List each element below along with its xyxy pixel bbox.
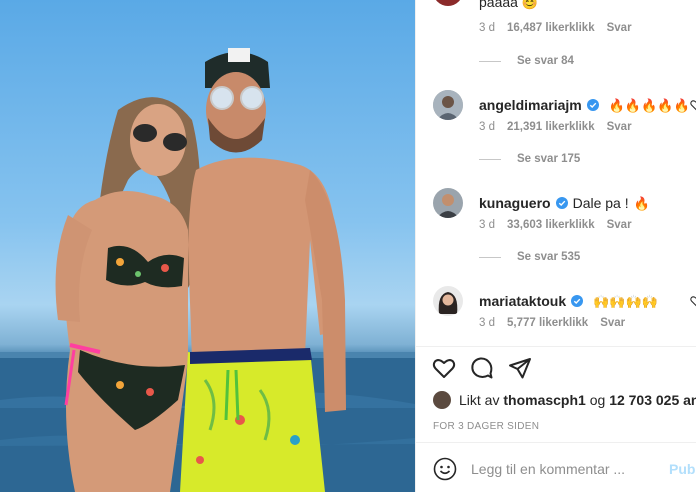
comment-age[interactable]: 3 d — [479, 22, 495, 34]
see-replies-button[interactable]: Se svar 175 — [479, 153, 580, 165]
comment-likes[interactable]: 21,391 likerklikk — [507, 121, 595, 133]
post-timestamp[interactable]: FOR 3 DAGER SIDEN — [433, 421, 539, 432]
post-photo[interactable] — [0, 0, 415, 492]
comment-body: Dale pa ! — [572, 195, 629, 211]
comment-text: angeldimariajm 🔥🔥🔥🔥🔥 — [479, 97, 690, 113]
comment-meta: 3 d 16,487 likerklikk Svar — [479, 22, 632, 34]
reply-button[interactable]: Svar — [600, 317, 625, 329]
post-photo-illustration — [0, 48, 415, 492]
see-replies-button[interactable]: Se svar 535 — [479, 251, 580, 263]
comment-likes[interactable]: 16,487 likerklikk — [507, 22, 595, 34]
liked-by-connector: og — [589, 392, 606, 408]
replies-line — [479, 158, 501, 160]
comment-likes[interactable]: 5,777 likerklikk — [507, 317, 588, 329]
comment-composer: Publ — [416, 446, 696, 492]
verified-icon — [586, 99, 599, 111]
replies-line — [479, 60, 501, 62]
comment-username[interactable]: kunaguero — [479, 195, 551, 211]
comment-text: kunaguero Dale pa ! 🔥 — [479, 195, 650, 211]
comment-emoji: 🔥🔥🔥🔥🔥 — [608, 97, 690, 113]
avatar[interactable] — [433, 188, 463, 218]
see-replies-button[interactable]: Se svar 84 — [479, 55, 574, 67]
comment-text: mariataktouk 🙌🙌🙌🙌 — [479, 293, 658, 309]
comment-emoji: 🙌🙌🙌🙌 — [593, 293, 658, 309]
verified-icon — [555, 197, 568, 209]
avatar-image — [433, 188, 463, 218]
heart-icon[interactable] — [432, 356, 456, 380]
comment-age[interactable]: 3 d — [479, 219, 495, 231]
publish-button[interactable]: Publ — [669, 461, 696, 477]
comment-item: angeldimariajm 🔥🔥🔥🔥🔥 — [433, 89, 696, 121]
emoji-icon[interactable] — [433, 457, 457, 481]
avatar[interactable] — [433, 391, 451, 409]
see-replies-label: Se svar 175 — [517, 153, 581, 165]
comment-age[interactable]: 3 d — [479, 121, 495, 133]
liked-by-prefix: Likt av — [459, 392, 500, 408]
see-replies-label: Se svar 535 — [517, 251, 581, 263]
post-actions — [432, 356, 532, 380]
comment-age[interactable]: 3 d — [479, 317, 495, 329]
replies-line — [479, 256, 501, 258]
heart-icon[interactable] — [690, 99, 696, 111]
see-replies-label: Se svar 84 — [517, 55, 574, 67]
liked-by: Likt av thomascph1 og 12 703 025 andre — [433, 391, 696, 409]
comment-likes[interactable]: 33,603 likerklikk — [507, 219, 595, 231]
divider — [416, 442, 696, 443]
divider — [416, 346, 696, 347]
comment-item: mariataktouk 🙌🙌🙌🙌 — [433, 285, 696, 317]
comment-meta: 3 d 33,603 likerklikk Svar — [479, 219, 632, 231]
comment-emoji: 🔥 — [633, 195, 650, 211]
reply-button[interactable]: Svar — [607, 219, 632, 231]
avatar[interactable] — [433, 286, 463, 316]
avatar[interactable] — [433, 90, 463, 120]
comment-body: paaaa — [479, 0, 518, 10]
comment-emoji: 😊 — [521, 0, 539, 10]
share-icon[interactable] — [508, 356, 532, 380]
comment-icon[interactable] — [470, 356, 494, 380]
reply-button[interactable]: Svar — [607, 121, 632, 133]
avatar[interactable] — [433, 0, 463, 6]
comment-meta: 3 d 21,391 likerklikk Svar — [479, 121, 632, 133]
comment-input[interactable] — [471, 461, 646, 477]
comments-panel: paaaa 😊 3 d 16,487 likerklikk Svar Se sv… — [415, 0, 696, 492]
comment-item: kunaguero Dale pa ! 🔥 — [433, 187, 696, 219]
avatar-image — [433, 90, 463, 120]
liked-by-user[interactable]: thomascph1 — [503, 392, 585, 408]
comment-meta: 3 d 5,777 likerklikk Svar — [479, 317, 625, 329]
comment-text: paaaa 😊 — [479, 0, 538, 10]
avatar-image — [433, 286, 463, 316]
comment-username[interactable]: angeldimariajm — [479, 97, 582, 113]
reply-button[interactable]: Svar — [607, 22, 632, 34]
verified-icon — [571, 295, 584, 307]
likes-count[interactable]: 12 703 025 andre — [609, 392, 696, 408]
comment-username[interactable]: mariataktouk — [479, 293, 566, 309]
heart-icon[interactable] — [690, 295, 696, 307]
